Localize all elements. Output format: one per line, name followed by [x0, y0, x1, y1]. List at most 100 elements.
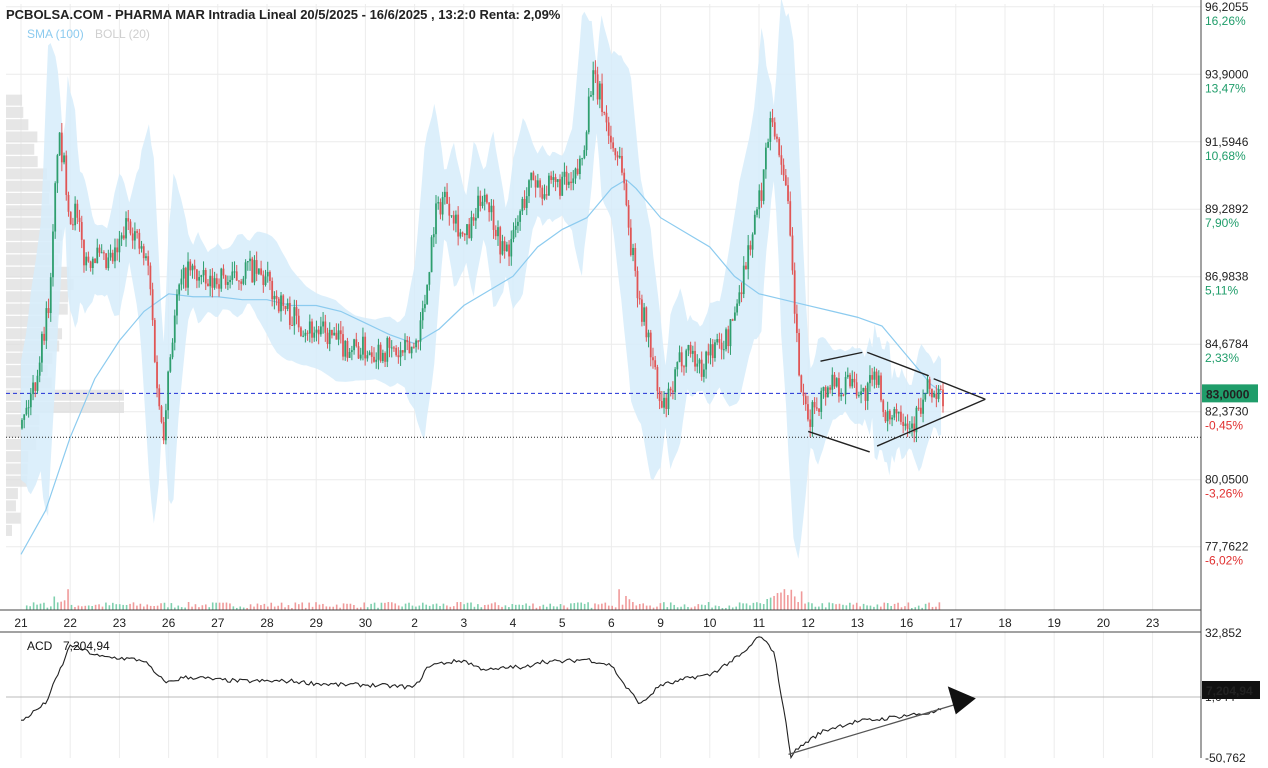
- price-bar: [448, 203, 451, 216]
- price-bar: [182, 267, 185, 279]
- price-bar: [641, 299, 643, 322]
- price-bar: [373, 356, 375, 362]
- price-bar: [811, 402, 814, 427]
- volume-bar: [483, 605, 486, 610]
- price-bar: [727, 329, 730, 347]
- price-bar: [72, 224, 74, 226]
- volume-bar: [707, 602, 710, 610]
- volume-bar: [105, 602, 107, 610]
- volume-bar: [787, 595, 789, 610]
- price-bar: [705, 351, 708, 370]
- price-bar: [178, 284, 181, 295]
- price-bar: [246, 261, 249, 263]
- volume-bar: [187, 602, 190, 610]
- volume-bar: [287, 605, 290, 610]
- price-bar: [519, 211, 522, 222]
- volume-bar: [335, 604, 338, 610]
- price-bar: [616, 155, 619, 158]
- price-bar: [364, 336, 367, 359]
- price-bar: [532, 172, 535, 181]
- price-bar: [698, 359, 701, 364]
- price-bar: [541, 187, 544, 199]
- price-bar: [324, 321, 327, 333]
- price-bar: [142, 246, 145, 259]
- price-bar: [164, 410, 167, 441]
- price-bar: [576, 168, 579, 175]
- price-bar: [326, 332, 329, 345]
- price-bar: [822, 387, 825, 391]
- price-bar: [563, 171, 566, 177]
- y-tick-label: 93,9000: [1205, 67, 1249, 81]
- acd-arrow-head: [947, 686, 976, 715]
- legend-sma[interactable]: SMA (100): [27, 27, 84, 41]
- price-bar: [300, 327, 302, 336]
- price-bar: [122, 235, 125, 239]
- price-bar: [286, 302, 289, 309]
- price-bar: [656, 367, 659, 392]
- volume-bar: [177, 605, 180, 610]
- price-bar: [902, 421, 905, 426]
- x-tick-label: 22: [64, 616, 78, 630]
- volume-bar: [890, 605, 892, 610]
- volume-bar: [201, 605, 204, 610]
- price-bar: [193, 265, 196, 270]
- price-bar: [561, 176, 564, 196]
- price-bar: [771, 118, 774, 123]
- volume-bar: [542, 604, 545, 610]
- price-bar: [813, 402, 816, 408]
- price-bar: [601, 83, 603, 112]
- volume-bar: [132, 602, 135, 610]
- volume-bar: [886, 603, 889, 610]
- price-bar: [552, 177, 555, 180]
- price-bar: [359, 354, 362, 359]
- price-bar: [550, 175, 553, 180]
- price-bar: [581, 158, 584, 160]
- price-bar: [904, 423, 907, 426]
- price-bar: [421, 308, 424, 321]
- price-bar: [78, 217, 81, 222]
- volume-bar: [821, 603, 824, 610]
- price-bar: [846, 374, 849, 378]
- price-bar: [756, 209, 758, 215]
- volume-bar: [77, 605, 80, 610]
- volume-bar: [163, 602, 166, 610]
- volume-bar: [866, 605, 868, 610]
- price-bar: [802, 392, 805, 397]
- price-bar: [96, 247, 99, 264]
- price-bar: [280, 295, 282, 312]
- volume-bar: [883, 602, 886, 610]
- price-bar: [824, 387, 827, 398]
- volume-bar: [160, 603, 162, 610]
- price-bar: [204, 270, 207, 284]
- price-bar: [501, 241, 504, 255]
- volume-bar: [669, 602, 672, 610]
- volume-bar: [418, 605, 421, 610]
- acd-badge-label: 7,204,94: [1206, 684, 1253, 698]
- price-bar: [855, 382, 858, 396]
- price-bar: [344, 340, 347, 357]
- volume-bar: [404, 603, 407, 610]
- x-tick-label: 9: [657, 616, 664, 630]
- volume-bar: [81, 606, 83, 610]
- price-bar: [107, 257, 110, 269]
- volume-bar: [225, 602, 228, 610]
- price-bar: [636, 270, 639, 299]
- price-bar: [388, 337, 391, 348]
- price-bar: [700, 359, 703, 377]
- volume-bar: [425, 604, 428, 610]
- price-bar: [397, 355, 400, 358]
- price-bar: [233, 271, 236, 273]
- price-bar: [45, 308, 48, 341]
- y-tick-label: 96,2055: [1205, 0, 1249, 14]
- price-bar: [337, 330, 340, 340]
- volume-bar: [452, 606, 455, 610]
- price-bar: [63, 155, 65, 163]
- volume-bar: [373, 602, 376, 610]
- price-bar: [455, 214, 457, 224]
- volume-bar: [39, 603, 42, 610]
- volume-bar: [745, 603, 748, 610]
- price-bar: [897, 411, 900, 414]
- legend-boll[interactable]: BOLL (20): [95, 27, 150, 41]
- price-bar: [94, 258, 96, 264]
- volume-bar: [597, 604, 600, 610]
